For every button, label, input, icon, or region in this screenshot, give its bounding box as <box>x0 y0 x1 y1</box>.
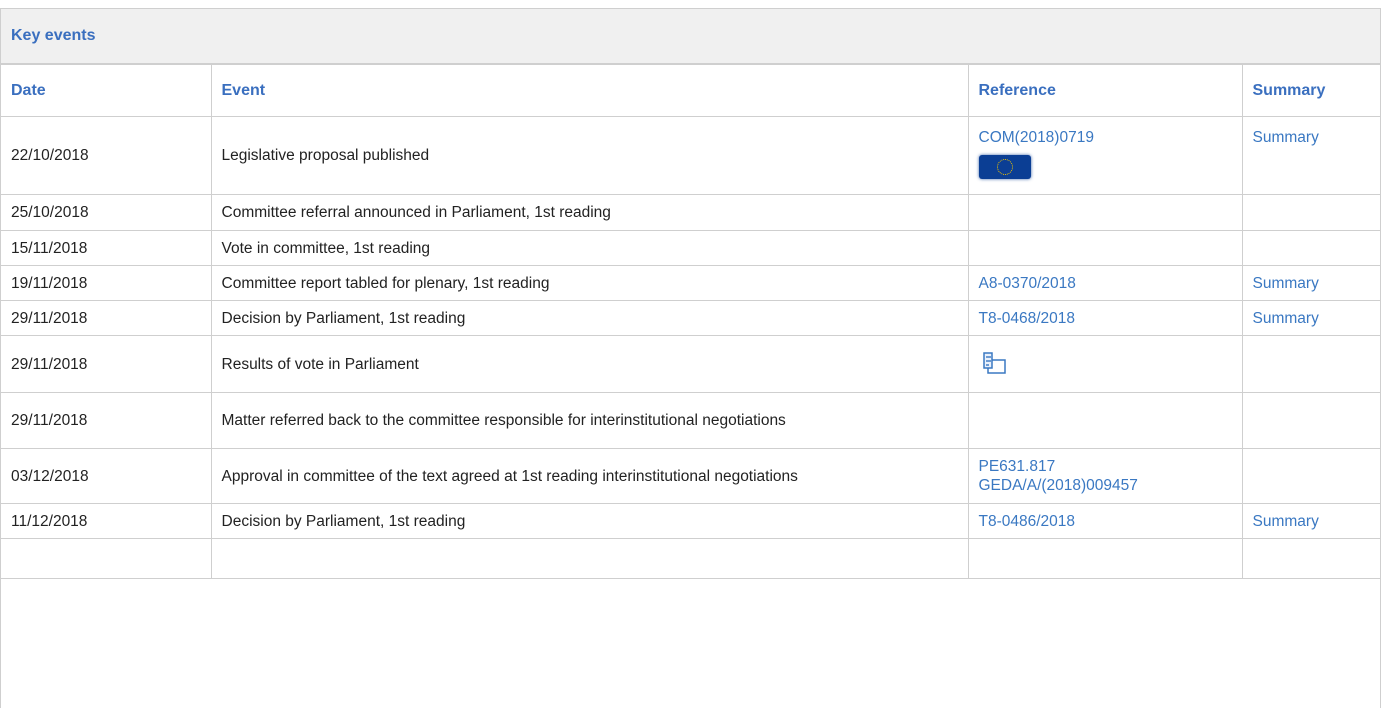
summary-cell <box>1241 538 1380 579</box>
summary-cell <box>1241 448 1380 504</box>
reference-link-secondary[interactable]: GEDA/A/(2018)009457 <box>979 476 1234 495</box>
event-date: 11/12/2018 <box>1 503 212 539</box>
event-description: Matter referred back to the committee re… <box>210 392 969 449</box>
panel-header: Key events <box>1 9 1380 64</box>
summary-cell <box>1241 194 1380 231</box>
event-date: 25/10/2018 <box>1 194 212 231</box>
vote-results-icon[interactable] <box>979 351 1009 377</box>
reference-cell <box>967 194 1243 231</box>
table-row: 15/11/2018 Vote in committee, 1st readin… <box>1 230 1380 266</box>
event-date: 22/10/2018 <box>1 116 212 195</box>
reference-cell: T8-0468/2018 <box>967 300 1243 336</box>
event-date: 15/11/2018 <box>1 230 212 266</box>
summary-link[interactable]: Summary <box>1253 128 1373 147</box>
reference-cell <box>967 230 1243 266</box>
event-date: 29/11/2018 <box>1 335 212 393</box>
summary-cell <box>1241 230 1380 266</box>
key-events-table: Date Event Reference Summary 22/10/2018 … <box>1 64 1380 579</box>
event-description: Results of vote in Parliament <box>210 335 969 393</box>
table-row: 19/11/2018 Committee report tabled for p… <box>1 265 1380 301</box>
event-description: Decision by Parliament, 1st reading <box>210 300 969 336</box>
event-date: 19/11/2018 <box>1 265 212 301</box>
event-description <box>210 538 969 579</box>
event-description: Approval in committee of the text agreed… <box>210 448 969 504</box>
reference-cell: COM(2018)0719 <box>967 116 1243 195</box>
event-date <box>1 538 212 579</box>
table-header-row: Date Event Reference Summary <box>1 64 1380 117</box>
event-description: Vote in committee, 1st reading <box>210 230 969 266</box>
summary-cell: Summary <box>1241 116 1380 195</box>
event-description: Legislative proposal published <box>210 116 969 195</box>
summary-link[interactable]: Summary <box>1253 274 1373 293</box>
reference-cell: A8-0370/2018 <box>967 265 1243 301</box>
event-description: Committee report tabled for plenary, 1st… <box>210 265 969 301</box>
reference-link[interactable]: COM(2018)0719 <box>979 128 1234 147</box>
summary-cell <box>1241 335 1380 393</box>
summary-cell: Summary <box>1241 300 1380 336</box>
reference-link[interactable]: T8-0486/2018 <box>979 512 1234 531</box>
table-row: 25/10/2018 Committee referral announced … <box>1 194 1380 231</box>
table-row: 11/12/2018 Decision by Parliament, 1st r… <box>1 503 1380 539</box>
eu-flag-icon[interactable] <box>978 155 1031 179</box>
reference-cell <box>967 538 1243 579</box>
table-row: 29/11/2018 Results of vote in Parliament <box>1 335 1380 393</box>
key-events-panel: Key events Date Event Reference Summary … <box>0 8 1381 708</box>
reference-cell: PE631.817 GEDA/A/(2018)009457 <box>967 448 1243 504</box>
panel-title: Key events <box>11 27 96 44</box>
table-row: 29/11/2018 Decision by Parliament, 1st r… <box>1 300 1380 336</box>
event-date: 29/11/2018 <box>1 392 212 449</box>
table-row: 29/11/2018 Matter referred back to the c… <box>1 392 1380 449</box>
reference-cell: T8-0486/2018 <box>967 503 1243 539</box>
reference-link[interactable]: PE631.817 <box>979 457 1234 476</box>
table-row <box>1 538 1380 579</box>
summary-link[interactable]: Summary <box>1253 512 1373 531</box>
event-description: Decision by Parliament, 1st reading <box>210 503 969 539</box>
column-header-summary: Summary <box>1241 64 1380 117</box>
reference-link[interactable]: T8-0468/2018 <box>979 309 1234 328</box>
event-description: Committee referral announced in Parliame… <box>210 194 969 231</box>
column-header-date: Date <box>1 64 212 117</box>
table-row: 22/10/2018 Legislative proposal publishe… <box>1 116 1380 195</box>
summary-link[interactable]: Summary <box>1253 309 1373 328</box>
reference-cell <box>967 392 1243 449</box>
table-row: 03/12/2018 Approval in committee of the … <box>1 448 1380 504</box>
reference-cell <box>967 335 1243 393</box>
event-date: 03/12/2018 <box>1 448 212 504</box>
column-header-event: Event <box>210 64 969 117</box>
summary-cell <box>1241 392 1380 449</box>
event-date: 29/11/2018 <box>1 300 212 336</box>
reference-link[interactable]: A8-0370/2018 <box>979 274 1234 293</box>
summary-cell: Summary <box>1241 503 1380 539</box>
summary-cell: Summary <box>1241 265 1380 301</box>
column-header-reference: Reference <box>967 64 1243 117</box>
